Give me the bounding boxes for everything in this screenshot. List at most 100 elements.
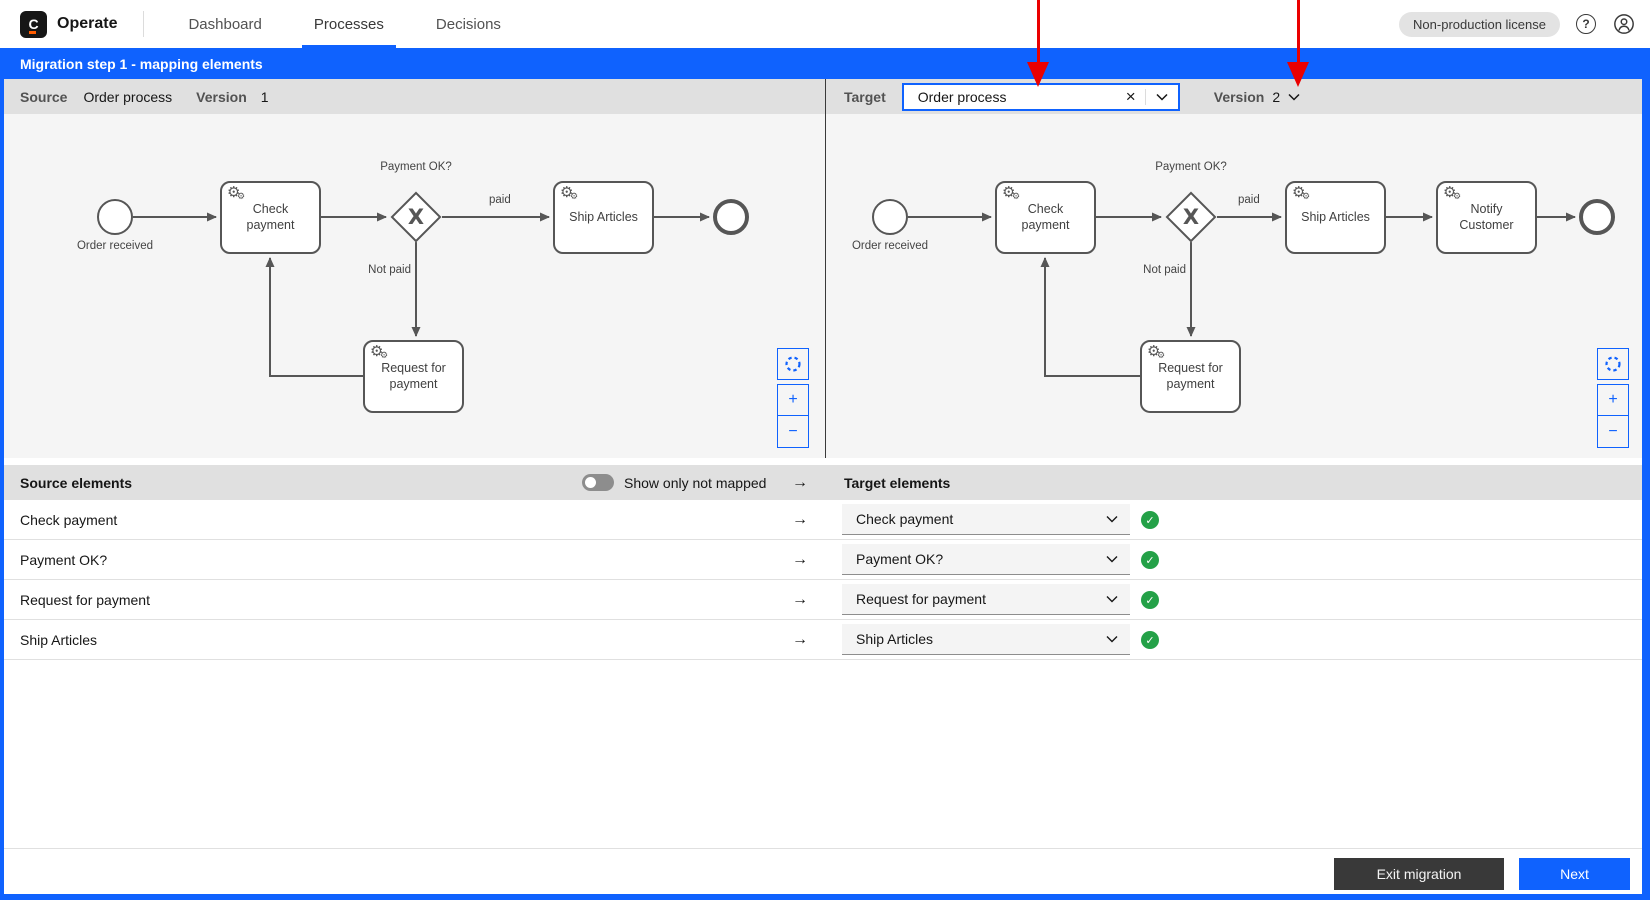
service-task-gear-icon: ⚙ — [380, 351, 388, 360]
service-task-gear-icon: ⚙ — [237, 192, 245, 201]
bpmn-label-order-received: Order received — [845, 240, 935, 252]
zoom-controls: + − — [1597, 384, 1629, 448]
service-task-gear-icon: ⚙ — [570, 192, 578, 201]
bpmn-task-ship-articles[interactable]: ⚙ ⚙ Ship Articles — [1285, 181, 1386, 254]
user-icon — [1613, 13, 1635, 35]
toggle-label: Show only not mapped — [624, 475, 766, 491]
bpmn-label-paid: paid — [489, 194, 511, 206]
bpmn-task-request-for-payment[interactable]: ⚙ ⚙ Request for payment — [1140, 340, 1241, 413]
bpmn-task-notify-customer[interactable]: ⚙ ⚙ Notify Customer — [1436, 181, 1537, 254]
chevron-down-icon — [1106, 515, 1118, 523]
zoom-out-button[interactable]: − — [1598, 416, 1628, 447]
migration-outline-right — [1642, 79, 1650, 900]
task-label: Check payment — [1004, 202, 1087, 233]
mapping-row: Ship Articles → Ship Articles ✓ — [4, 620, 1642, 660]
task-label: Notify Customer — [1445, 202, 1528, 233]
top-navigation: C Operate Dashboard Processes Decisions … — [0, 0, 1650, 48]
clear-selection-icon[interactable]: × — [1117, 87, 1145, 107]
target-label: Target — [844, 89, 886, 105]
nav-tabs: Dashboard Processes Decisions — [162, 0, 526, 48]
chevron-down-icon — [1288, 93, 1300, 101]
exit-migration-button[interactable]: Exit migration — [1334, 858, 1504, 890]
target-version-select[interactable]: Version 2 — [1214, 89, 1300, 105]
license-badge: Non-production license — [1399, 12, 1560, 37]
bpmn-task-ship-articles[interactable]: ⚙ ⚙ Ship Articles — [553, 181, 654, 254]
mapped-check-icon: ✓ — [1141, 631, 1159, 649]
arrow-right-icon: → — [792, 631, 808, 649]
selected-target-element: Payment OK? — [856, 551, 1106, 567]
source-element-name: Ship Articles — [20, 632, 97, 648]
chevron-down-icon — [1106, 555, 1118, 563]
service-task-gear-icon: ⚙ — [1012, 192, 1020, 201]
source-element-name: Check payment — [20, 512, 117, 528]
logo-letter: C — [28, 16, 38, 32]
bpmn-label-not-paid: Not paid — [1116, 264, 1186, 276]
selected-target-element: Ship Articles — [856, 631, 1106, 647]
task-label: Request for payment — [1149, 361, 1232, 392]
source-label: Source — [20, 89, 67, 105]
task-label: Ship Articles — [1301, 210, 1370, 226]
user-menu-button[interactable] — [1612, 12, 1636, 36]
service-task-gear-icon: ⚙ — [1157, 351, 1165, 360]
tab-decisions[interactable]: Decisions — [410, 0, 527, 48]
bpmn-end-event[interactable] — [713, 199, 749, 235]
bpmn-task-check-payment[interactable]: ⚙ ⚙ Check payment — [995, 181, 1096, 254]
migration-outline-bottom — [0, 894, 1650, 900]
target-element-select[interactable]: Ship Articles — [842, 624, 1130, 655]
arrow-right-icon: → — [792, 551, 808, 569]
tab-processes[interactable]: Processes — [288, 0, 410, 48]
mapping-row: Check payment → Check payment ✓ — [4, 500, 1642, 540]
bpmn-label-order-received: Order received — [70, 240, 160, 252]
task-label: Check payment — [229, 202, 312, 233]
next-button[interactable]: Next — [1519, 858, 1630, 890]
mapping-row: Request for payment → Request for paymen… — [4, 580, 1642, 620]
zoom-out-button[interactable]: − — [778, 416, 808, 447]
chevron-down-icon — [1106, 635, 1118, 643]
mapped-check-icon: ✓ — [1141, 511, 1159, 529]
task-label: Request for payment — [372, 361, 455, 392]
operate-migration-view: C Operate Dashboard Processes Decisions … — [0, 0, 1650, 900]
bpmn-start-event[interactable] — [872, 199, 908, 235]
nav-divider — [143, 11, 144, 37]
target-version-label: Version — [1214, 89, 1265, 105]
reset-zoom-icon — [784, 355, 802, 373]
bpmn-task-request-for-payment[interactable]: ⚙ ⚙ Request for payment — [363, 340, 464, 413]
annotation-arrowhead — [1287, 62, 1309, 87]
bpmn-task-check-payment[interactable]: ⚙ ⚙ Check payment — [220, 181, 321, 254]
bpmn-start-event[interactable] — [97, 199, 133, 235]
mapped-check-icon: ✓ — [1141, 591, 1159, 609]
service-task-gear-icon: ⚙ — [1453, 192, 1461, 201]
source-process-name: Order process — [83, 89, 172, 105]
nav-right: Non-production license ? — [1399, 12, 1636, 37]
arrow-right-icon: → — [792, 591, 808, 609]
reset-diagram-zoom-button[interactable] — [777, 348, 809, 380]
help-button[interactable]: ? — [1574, 12, 1598, 36]
reset-diagram-zoom-button[interactable] — [1597, 348, 1629, 380]
zoom-in-button[interactable]: + — [1598, 385, 1628, 416]
migration-outline-left — [0, 79, 4, 900]
camunda-logo[interactable]: C — [20, 11, 47, 38]
service-task-gear-icon: ⚙ — [1302, 192, 1310, 201]
reset-zoom-icon — [1604, 355, 1622, 373]
source-version-label: Version — [196, 89, 247, 105]
migration-banner: Migration step 1 - mapping elements — [0, 48, 1650, 79]
bpmn-end-event[interactable] — [1579, 199, 1615, 235]
bpmn-label-not-paid: Not paid — [341, 264, 411, 276]
bpmn-label-payment-ok: Payment OK? — [1145, 161, 1237, 173]
mapping-row: Payment OK? → Payment OK? ✓ — [4, 540, 1642, 580]
target-element-select[interactable]: Check payment — [842, 504, 1130, 535]
target-elements-header: Target elements — [844, 475, 950, 491]
bpmn-label-payment-ok: Payment OK? — [370, 161, 462, 173]
target-element-select[interactable]: Payment OK? — [842, 544, 1130, 575]
target-panel-header: Target Order process × Version 2 — [826, 79, 1642, 114]
selected-target-element: Check payment — [856, 511, 1106, 527]
zoom-in-button[interactable]: + — [778, 385, 808, 416]
selected-target-element: Request for payment — [856, 591, 1106, 607]
app-title: Operate — [57, 15, 117, 33]
chevron-down-icon[interactable] — [1146, 93, 1178, 101]
zoom-controls: + − — [777, 384, 809, 448]
tab-dashboard[interactable]: Dashboard — [162, 0, 287, 48]
show-only-not-mapped-toggle[interactable] — [582, 474, 614, 491]
mapped-check-icon: ✓ — [1141, 551, 1159, 569]
target-element-select[interactable]: Request for payment — [842, 584, 1130, 615]
